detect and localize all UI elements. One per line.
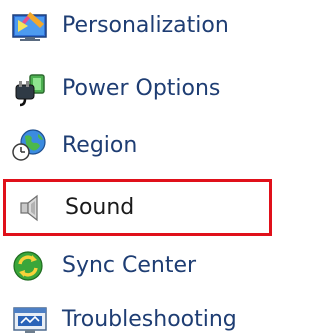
control-panel-item-label: Sync Center — [62, 253, 197, 278]
sound-icon — [13, 190, 53, 226]
control-panel-item-sync-center[interactable]: Sync Center — [0, 240, 278, 292]
sync-center-icon — [10, 248, 50, 284]
control-panel-item-label: Personalization — [62, 13, 229, 38]
control-panel-item-label: Sound — [65, 194, 135, 220]
personalization-icon — [10, 8, 50, 44]
control-panel-list: Personalization Power Options Region Sou… — [0, 0, 278, 333]
control-panel-item-region[interactable]: Region — [0, 120, 278, 172]
troubleshooting-icon — [10, 302, 50, 333]
control-panel-item-label: Region — [62, 133, 138, 158]
control-panel-item-personalization[interactable]: Personalization — [0, 0, 278, 52]
power-options-icon — [10, 71, 50, 107]
control-panel-item-power-options[interactable]: Power Options — [0, 63, 278, 115]
control-panel-item-label: Troubleshooting — [62, 307, 237, 332]
control-panel-item-sound[interactable]: Sound — [3, 179, 272, 236]
control-panel-item-label: Power Options — [62, 76, 221, 101]
control-panel-item-troubleshooting[interactable]: Troubleshooting — [0, 294, 278, 333]
region-icon — [10, 128, 50, 164]
